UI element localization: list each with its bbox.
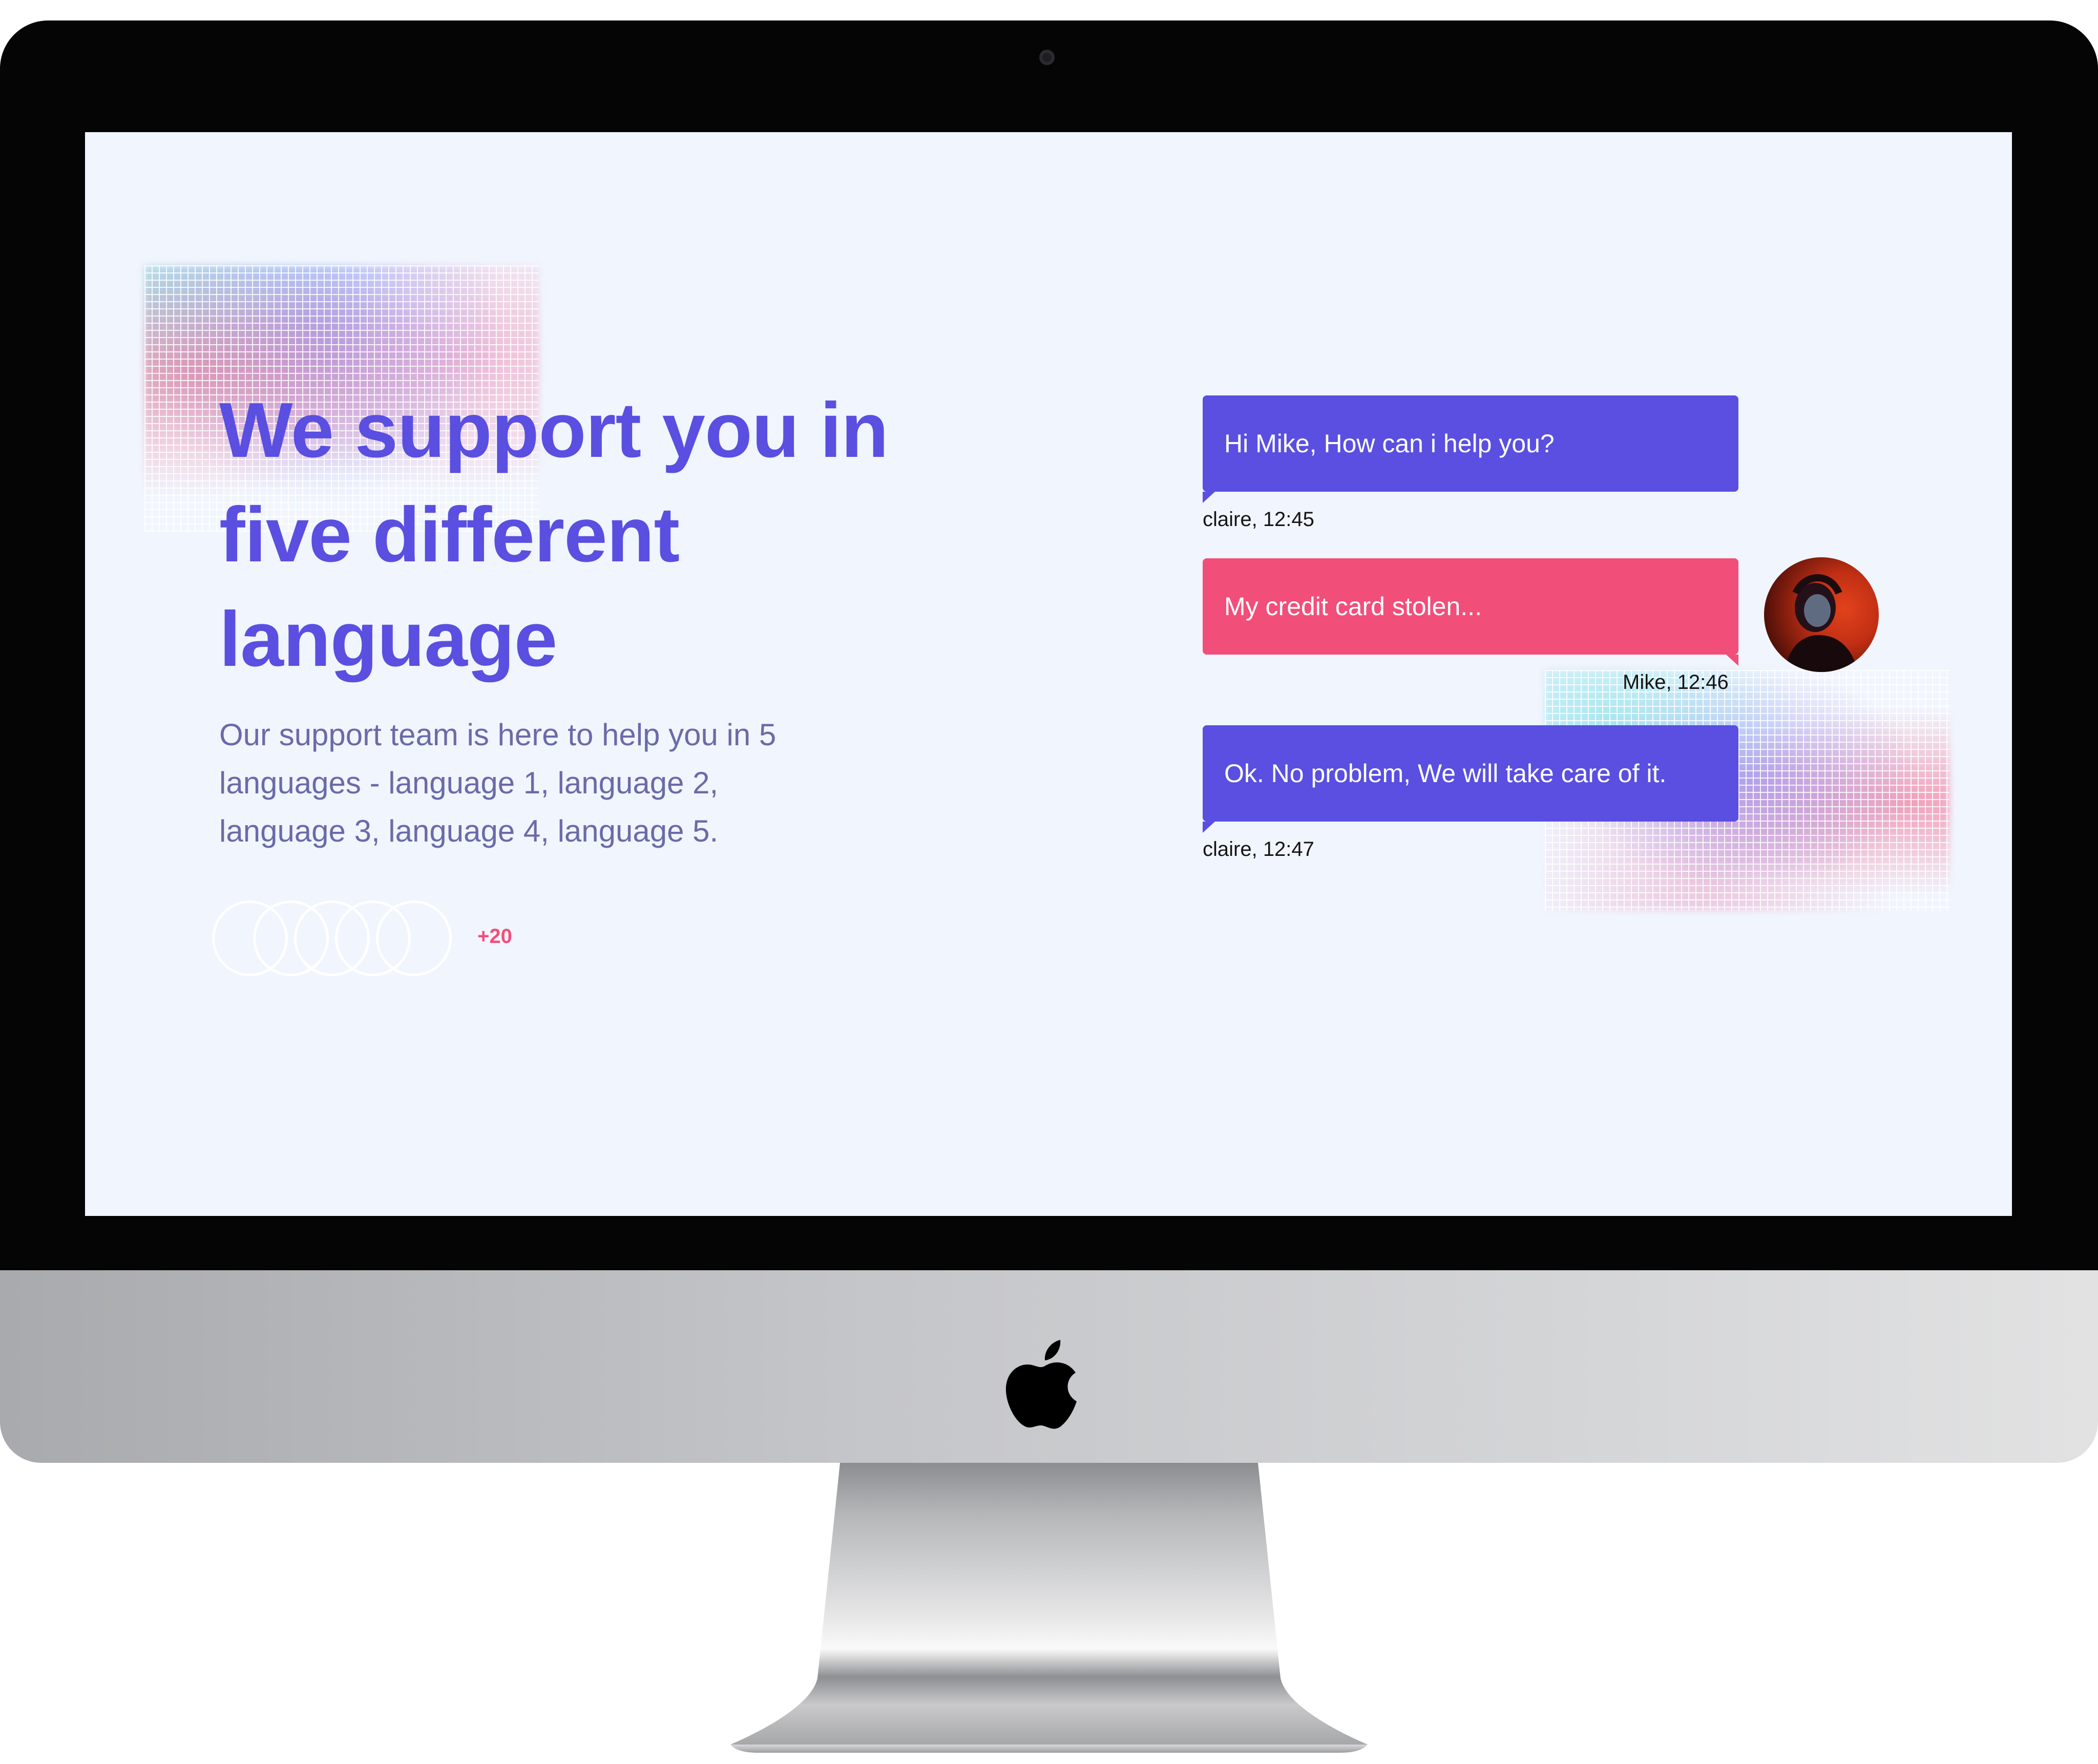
hero-subtitle-line: languages - language 1, language 2, <box>219 766 719 800</box>
more-count-badge: +20 <box>477 925 512 948</box>
user-avatar <box>1764 557 1879 672</box>
hero-title-line: five different <box>219 491 680 578</box>
imac-monitor: We support you in five different languag… <box>0 20 2098 1463</box>
screen: We support you in five different languag… <box>85 132 2012 1216</box>
monitor-bezel: We support you in five different languag… <box>0 20 2098 1270</box>
avatar <box>376 900 452 976</box>
chat-bubble-agent: Hi Mike, How can i help you? <box>1203 395 1738 503</box>
avatar-stack <box>208 900 454 982</box>
hero-title: We support you in five different languag… <box>219 378 1090 691</box>
chat-message-text: Ok. No problem, We will take care of it. <box>1224 759 1667 788</box>
chat-bubble-user: My credit card stolen... <box>1203 558 1738 666</box>
hero-subtitle: Our support team is here to help you in … <box>219 711 859 855</box>
chat-message-text: Hi Mike, How can i help you? <box>1224 429 1555 458</box>
chat-message-meta: claire, 12:47 <box>1203 838 1314 860</box>
apple-logo-icon <box>1005 1340 1077 1429</box>
chat-message-meta: claire, 12:45 <box>1203 508 1314 531</box>
chat-message-meta: Mike, 12:46 <box>1623 671 1729 694</box>
hero-subtitle-line: language 3, language 4, language 5. <box>219 814 719 848</box>
hero-subtitle-line: Our support team is here to help you in … <box>219 718 777 752</box>
hero-title-line: language <box>219 596 557 683</box>
chat-bubble-agent: Ok. No problem, We will take care of it. <box>1203 725 1738 833</box>
chat-message-text: My credit card stolen... <box>1224 592 1482 621</box>
monitor-stand <box>730 1463 1368 1753</box>
monitor-chin <box>0 1270 2098 1463</box>
camera-icon <box>1039 50 1055 65</box>
user-avatar-image <box>1785 574 1858 672</box>
hero-title-line: We support you in <box>219 387 889 474</box>
